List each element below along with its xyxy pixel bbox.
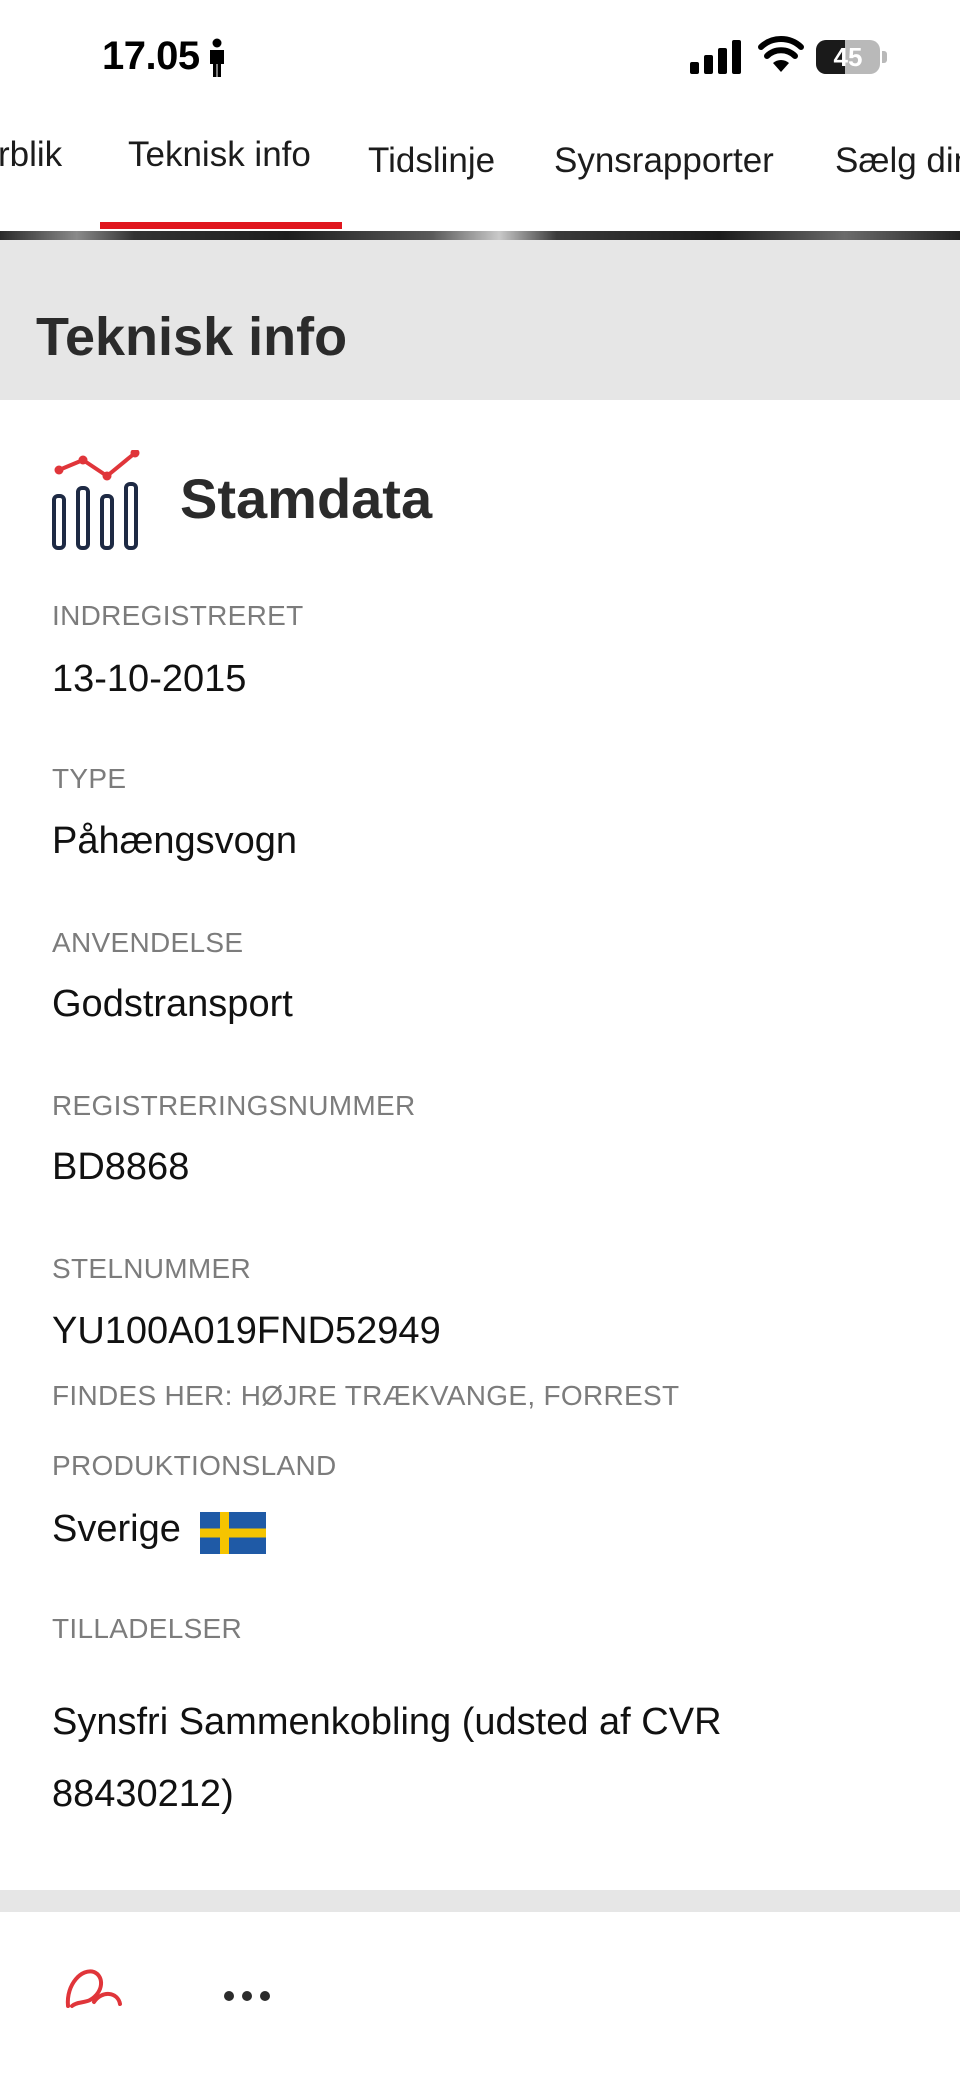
status-time: 17.05: [102, 34, 200, 78]
tab-saelg-din-bil[interactable]: Sælg din: [835, 141, 960, 181]
signal-icon: [690, 40, 741, 74]
battery-level: 45: [833, 42, 863, 72]
permits-label: TILLADELSER: [52, 1613, 243, 1644]
production-country-value: Sverige: [52, 1508, 181, 1550]
bottom-bar: [0, 1912, 960, 2077]
registered-value: 13-10-2015: [52, 658, 247, 700]
vin-value: YU100A019FND52949: [52, 1310, 441, 1352]
tab-synsrapporter[interactable]: Synsrapporter: [554, 141, 774, 181]
type-value: Påhængsvogn: [52, 820, 298, 862]
card-title: Stamdata: [180, 467, 433, 530]
stamdata-card: Stamdata INDREGISTRERET 13-10-2015 TYPE …: [0, 400, 960, 1890]
usage-value: Godstransport: [52, 983, 293, 1025]
active-tab-indicator: [100, 222, 342, 229]
wifi-icon: [758, 36, 804, 72]
leaf-icon[interactable]: [64, 1962, 124, 2014]
registered-label: INDREGISTRERET: [52, 600, 304, 631]
chart-trend-icon: [52, 450, 140, 550]
person-icon: [210, 38, 224, 77]
tab-teknisk-info[interactable]: Teknisk info: [128, 135, 311, 175]
section-title: Teknisk info: [36, 307, 348, 367]
type-label: TYPE: [52, 763, 127, 794]
status-bar: 17.05 45: [0, 0, 960, 115]
sweden-flag-icon: [200, 1512, 266, 1554]
more-icon[interactable]: [222, 1990, 272, 2002]
production-country-label: PRODUKTIONSLAND: [52, 1450, 337, 1481]
registration-number-label: REGISTRERINGSNUMMER: [52, 1090, 416, 1121]
vin-location-note: FINDES HER: HØJRE TRÆKVANGE, FORREST: [52, 1380, 680, 1411]
divider-band: [0, 1890, 960, 1912]
tab-overblik[interactable]: rblik: [0, 135, 62, 175]
permits-value: Synsfri Sammenkobling (udsted af CVR 884…: [52, 1701, 722, 1815]
battery-icon: 45: [816, 40, 888, 74]
usage-label: ANVENDELSE: [52, 927, 244, 958]
vin-label: STELNUMMER: [52, 1253, 252, 1284]
tab-bar: rblik Teknisk info Tidslinje Synsrapport…: [0, 115, 960, 231]
section-header: Teknisk info: [0, 240, 960, 400]
hero-image-strip: [0, 231, 960, 240]
registration-number-value: BD8868: [52, 1146, 190, 1188]
tab-tidslinje[interactable]: Tidslinje: [368, 141, 495, 181]
